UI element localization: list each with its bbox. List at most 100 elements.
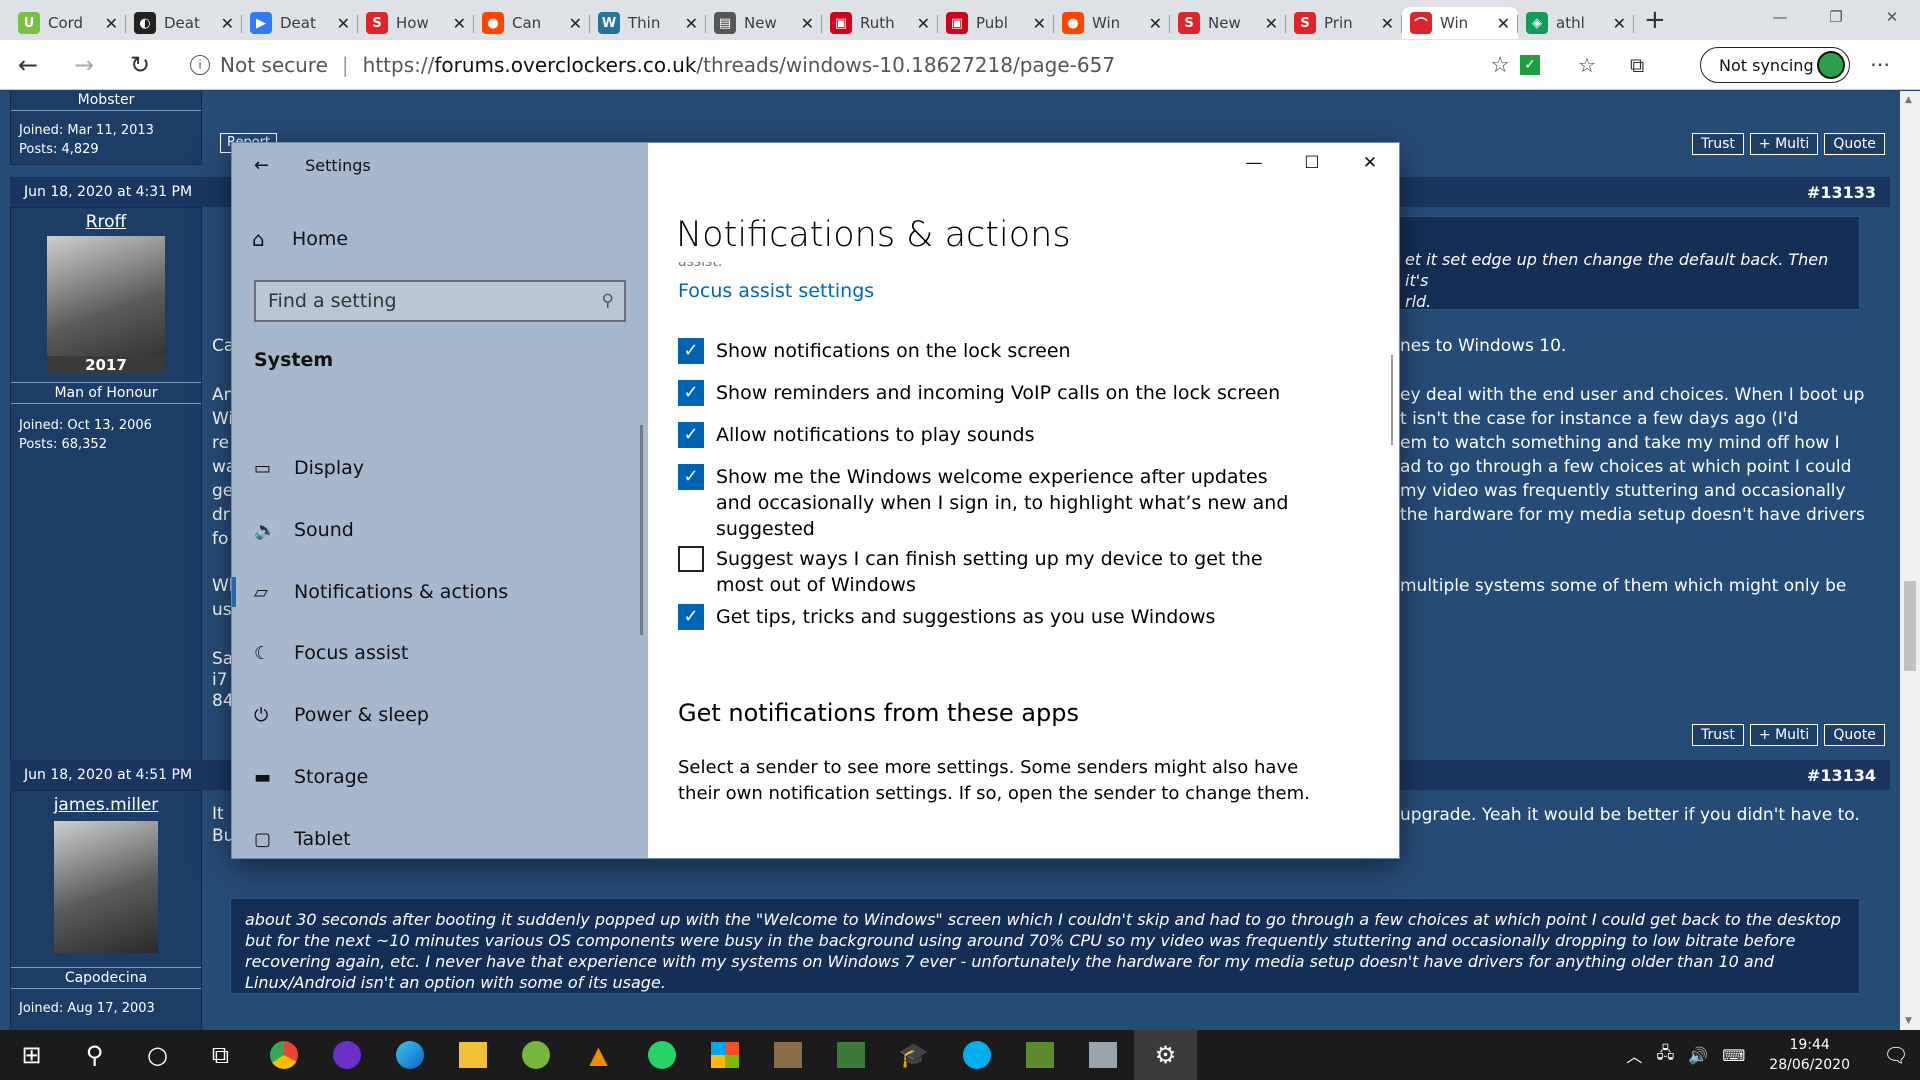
tab-close-icon[interactable]: ✕ xyxy=(1149,14,1162,33)
keyboard-icon[interactable]: ⌨ xyxy=(1722,1046,1745,1065)
tab-close-icon[interactable]: ✕ xyxy=(917,14,930,33)
trust-button[interactable]: Trust xyxy=(1692,133,1744,155)
browser-tab[interactable]: ▣ Ruth ✕ xyxy=(822,7,938,39)
browser-tab[interactable]: ● Win ✕ xyxy=(1054,7,1170,39)
tab-close-icon[interactable]: ✕ xyxy=(221,14,234,33)
back-button[interactable]: ← xyxy=(0,51,56,79)
checkbox-checked-icon[interactable]: ✓ xyxy=(678,422,704,448)
minimize-icon[interactable]: — xyxy=(1752,0,1808,34)
new-tab-button[interactable]: + xyxy=(1644,5,1666,35)
nav-item-display[interactable]: ▭ Display xyxy=(232,443,642,493)
nav-item-notifications-actions[interactable]: ▱ Notifications & actions xyxy=(232,567,642,617)
tab-close-icon[interactable]: ✕ xyxy=(1613,14,1626,33)
page-scrollbar[interactable]: ▲ ▼ xyxy=(1900,91,1920,1030)
nav-item-storage[interactable]: ▬ Storage xyxy=(232,752,642,802)
username-link[interactable]: Rroff xyxy=(11,212,201,232)
tab-close-icon[interactable]: ✕ xyxy=(105,14,118,33)
checkbox-unchecked-icon[interactable] xyxy=(678,546,704,572)
vlc-icon[interactable]: ▲ xyxy=(567,1030,630,1080)
tab-close-icon[interactable]: ✕ xyxy=(569,14,582,33)
start-button[interactable]: ⊞ xyxy=(0,1030,63,1080)
close-icon[interactable]: ✕ xyxy=(1864,0,1920,34)
store-icon[interactable] xyxy=(693,1030,756,1080)
utorrent-icon[interactable] xyxy=(504,1030,567,1080)
volume-icon[interactable]: 🔊 xyxy=(1688,1046,1708,1065)
nav-item-focus-assist[interactable]: ☾ Focus assist xyxy=(232,628,642,678)
refresh-button[interactable]: ↻ xyxy=(112,51,168,79)
checkbox-checked-icon[interactable]: ✓ xyxy=(678,338,704,364)
notification-checkbox[interactable]: ✓ Allow notifications to play sounds xyxy=(678,422,1298,448)
gpu-tool-icon[interactable] xyxy=(819,1030,882,1080)
trust-button[interactable]: Trust xyxy=(1692,724,1744,746)
username-link[interactable]: james.miller xyxy=(11,795,201,815)
search-icon[interactable]: ⚲ xyxy=(602,291,614,311)
info-icon[interactable]: i xyxy=(190,55,210,75)
clock[interactable]: 19:44 28/06/2020 xyxy=(1769,1035,1850,1075)
search-icon[interactable]: ⚲ xyxy=(63,1030,126,1080)
checkbox-checked-icon[interactable]: ✓ xyxy=(678,380,704,406)
tab-close-icon[interactable]: ✕ xyxy=(685,14,698,33)
minimize-icon[interactable]: — xyxy=(1225,143,1283,183)
tab-close-icon[interactable]: ✕ xyxy=(1381,14,1394,33)
browser-tab[interactable]: ▶ Deat ✕ xyxy=(242,7,358,39)
browser-tab[interactable]: ⌒ Win ✕ xyxy=(1402,7,1518,39)
scroll-down-icon[interactable]: ▼ xyxy=(1905,1016,1912,1026)
avatar[interactable]: 2017 xyxy=(47,236,165,374)
browser-tab[interactable]: U Cord ✕ xyxy=(10,7,126,39)
multi-quote-button[interactable]: + Multi xyxy=(1749,724,1819,746)
url-field[interactable]: i Not secure | https://forums.overclocke… xyxy=(190,47,1510,83)
favorite-star-icon[interactable]: ☆ xyxy=(1490,53,1510,78)
browser-tab[interactable]: ● Can ✕ xyxy=(474,7,590,39)
settings-taskbar-icon[interactable]: ⚙ xyxy=(1134,1030,1197,1080)
browser-tab[interactable]: S Prin ✕ xyxy=(1286,7,1402,39)
nav-item-tablet[interactable]: ▢ Tablet xyxy=(232,814,642,858)
checkbox-checked-icon[interactable]: ✓ xyxy=(678,604,704,630)
content-scrollbar[interactable] xyxy=(1391,355,1393,445)
browser-tab[interactable]: ▣ Publ ✕ xyxy=(938,7,1054,39)
notification-checkbox[interactable]: ✓ Get tips, tricks and suggestions as you… xyxy=(678,604,1298,630)
tab-close-icon[interactable]: ✕ xyxy=(1497,14,1510,33)
find-setting-input[interactable]: Find a setting ⚲ xyxy=(254,280,626,322)
browser-tab[interactable]: W Thin ✕ xyxy=(590,7,706,39)
extension-check-icon[interactable]: ✓ xyxy=(1520,55,1540,75)
browser-tab[interactable]: S How ✕ xyxy=(358,7,474,39)
close-icon[interactable]: ✕ xyxy=(1341,143,1399,183)
back-arrow-icon[interactable]: ← xyxy=(254,155,269,176)
notification-checkbox[interactable]: ✓ Show notifications on the lock screen xyxy=(678,338,1298,364)
action-center-icon[interactable]: 🗨 xyxy=(1872,1043,1920,1067)
sync-button[interactable]: Not syncing xyxy=(1700,47,1850,83)
cortana-icon[interactable]: ○ xyxy=(126,1030,189,1080)
task-view-icon[interactable]: ⧉ xyxy=(189,1030,252,1080)
file-explorer-icon[interactable] xyxy=(441,1030,504,1080)
tab-close-icon[interactable]: ✕ xyxy=(453,14,466,33)
quote-button[interactable]: Quote xyxy=(1824,133,1885,155)
post-number[interactable]: #13134 xyxy=(1807,766,1876,785)
more-menu-icon[interactable]: ⋯ xyxy=(1870,52,1890,76)
whatsapp-icon[interactable] xyxy=(630,1030,693,1080)
podcast-app-icon[interactable] xyxy=(315,1030,378,1080)
edge-icon[interactable] xyxy=(378,1030,441,1080)
nav-item-sound[interactable]: 🔊 Sound xyxy=(232,505,642,555)
favorites-list-icon[interactable]: ☆ xyxy=(1578,53,1596,77)
chrome-icon[interactable] xyxy=(252,1030,315,1080)
photo-app-icon[interactable] xyxy=(756,1030,819,1080)
browser-tab[interactable]: ◐ Deat ✕ xyxy=(126,7,242,39)
scroll-up-icon[interactable]: ▲ xyxy=(1905,95,1912,105)
collections-icon[interactable]: ⧉ xyxy=(1630,53,1644,77)
network-icon[interactable]: 🖧 xyxy=(1656,1042,1674,1069)
tab-close-icon[interactable]: ✕ xyxy=(1033,14,1046,33)
browser-tab[interactable]: S New ✕ xyxy=(1170,7,1286,39)
education-app-icon[interactable]: 🎓 xyxy=(882,1030,945,1080)
scrollbar-thumb[interactable] xyxy=(1904,581,1916,671)
notification-checkbox[interactable]: Suggest ways I can finish setting up my … xyxy=(678,546,1298,598)
post-number[interactable]: #13133 xyxy=(1807,183,1876,202)
browser-tab[interactable]: ▤ New ✕ xyxy=(706,7,822,39)
tab-close-icon[interactable]: ✕ xyxy=(1265,14,1278,33)
notification-checkbox[interactable]: ✓ Show me the Windows welcome experience … xyxy=(678,464,1298,542)
checkbox-checked-icon[interactable]: ✓ xyxy=(678,464,704,490)
skype-icon[interactable] xyxy=(945,1030,1008,1080)
tray-overflow-icon[interactable]: ︿ xyxy=(1626,1043,1642,1067)
multi-quote-button[interactable]: + Multi xyxy=(1749,133,1819,155)
focus-assist-settings-link[interactable]: Focus assist settings xyxy=(678,280,874,302)
quote-button[interactable]: Quote xyxy=(1824,724,1885,746)
